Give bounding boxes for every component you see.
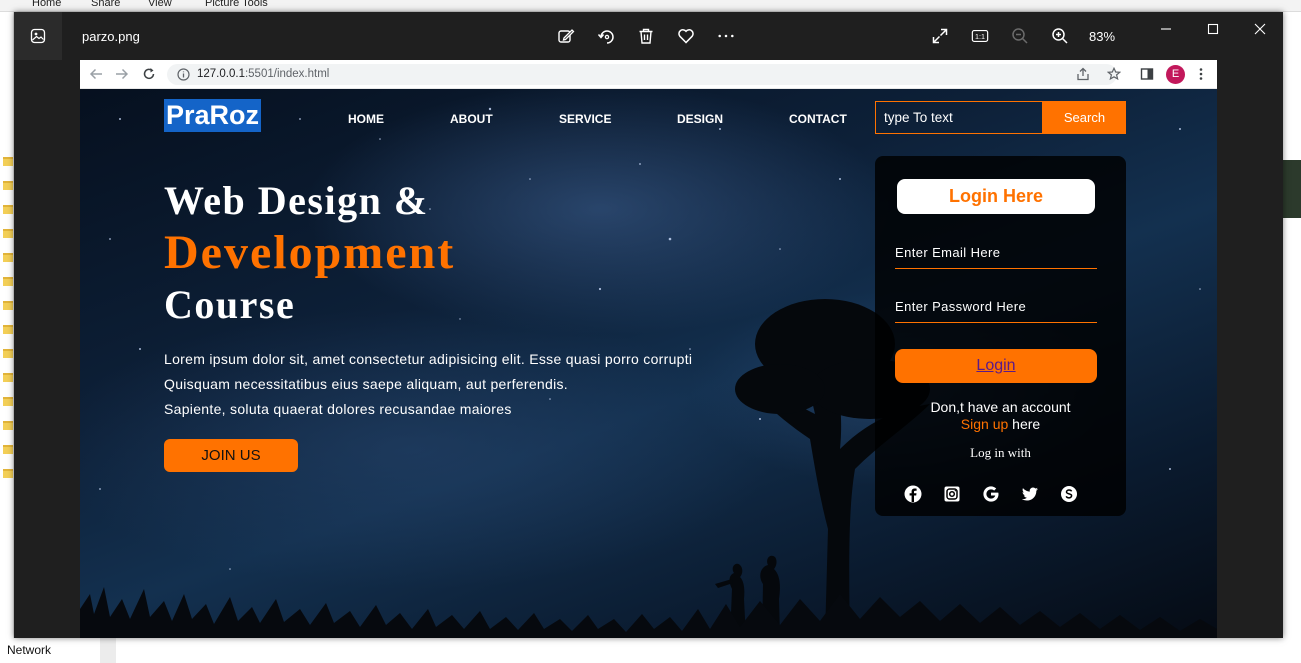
hero-title-line-2: Development: [164, 226, 456, 279]
delete-icon[interactable]: [637, 24, 655, 48]
signup-line: Sign up here: [875, 416, 1126, 432]
explorer-nav-pane[interactable]: [0, 12, 14, 663]
facebook-icon[interactable]: [904, 485, 922, 503]
explorer-right-pane: [1283, 12, 1301, 638]
browser-toolbar: 127.0.0.1:5501/index.html E: [80, 60, 1217, 89]
fullscreen-icon[interactable]: [931, 24, 949, 48]
log-in-with-label: Log in with: [970, 445, 1031, 460]
explorer-status-bar: Network: [0, 638, 1301, 663]
folder-icon[interactable]: [3, 445, 13, 454]
sign-up-link[interactable]: Sign up: [961, 416, 1008, 432]
folder-icon[interactable]: [3, 157, 13, 166]
svg-text:1:1: 1:1: [975, 32, 985, 41]
zoom-level[interactable]: 83%: [1089, 29, 1115, 44]
zoom-in-icon[interactable]: [1051, 24, 1069, 48]
hero-paragraph-line: Quisquam necessitatibus eius saepe aliqu…: [164, 376, 568, 392]
folder-icon[interactable]: [3, 181, 13, 190]
folder-icon[interactable]: [3, 421, 13, 430]
login-button-label: Login: [976, 357, 1016, 374]
nav-contact[interactable]: CONTACT: [789, 112, 847, 126]
side-panel-icon[interactable]: [1139, 66, 1155, 82]
folder-icon[interactable]: [3, 349, 13, 358]
password-field[interactable]: Enter Password Here: [895, 299, 1097, 323]
profile-avatar[interactable]: E: [1166, 65, 1185, 84]
search-input[interactable]: [875, 101, 1043, 134]
ribbon-tab-picture-tools[interactable]: Picture Tools: [205, 0, 268, 9]
url-path: :5501/index.html: [244, 68, 330, 80]
login-button[interactable]: Login: [895, 349, 1097, 383]
folder-icon[interactable]: [3, 277, 13, 286]
more-icon[interactable]: [717, 24, 735, 48]
email-field[interactable]: Enter Email Here: [895, 245, 1097, 269]
hero-paragraph-line: Lorem ipsum dolor sit, amet consectetur …: [164, 351, 693, 367]
zoom-out-icon[interactable]: [1011, 24, 1029, 48]
bookmark-star-icon[interactable]: [1106, 66, 1122, 82]
no-account-text: Don,t have an account: [930, 399, 1071, 415]
favorite-icon[interactable]: [677, 24, 695, 48]
reload-icon[interactable]: [141, 66, 157, 82]
search-button[interactable]: Search: [1043, 101, 1126, 134]
thumbnail-image[interactable]: [1283, 160, 1301, 218]
hero-paragraph: Lorem ipsum dolor sit, amet consectetur …: [164, 347, 692, 422]
hero-title-line-3: Course: [164, 282, 296, 327]
folder-icon[interactable]: [3, 229, 13, 238]
close-icon[interactable]: [1240, 18, 1280, 40]
folder-icon[interactable]: [3, 397, 13, 406]
google-icon[interactable]: [982, 485, 1000, 503]
login-form: Login Here Enter Email Here Enter Passwo…: [875, 156, 1126, 516]
ribbon-tab-view[interactable]: View: [148, 0, 172, 9]
login-title: Login Here: [897, 179, 1095, 214]
nav-design[interactable]: DESIGN: [677, 112, 723, 126]
photos-app-icon[interactable]: [14, 12, 62, 60]
nav-home[interactable]: HOME: [348, 112, 384, 126]
webpage: PraRoz HOME ABOUT SERVICE DESIGN CONTACT…: [80, 89, 1217, 638]
scrollbar[interactable]: [100, 638, 116, 663]
join-us-button[interactable]: JOIN US: [164, 439, 298, 472]
browser-screenshot: 127.0.0.1:5501/index.html E PraRoz HOME …: [80, 60, 1217, 638]
file-name: parzo.png: [82, 29, 140, 44]
nav-about[interactable]: ABOUT: [450, 112, 493, 126]
address-bar[interactable]: 127.0.0.1:5501/index.html: [167, 64, 1117, 85]
minimize-icon[interactable]: [1146, 18, 1186, 40]
signup-suffix: here: [1008, 416, 1041, 432]
browser-menu-icon[interactable]: [1193, 66, 1209, 82]
url-host: 127.0.0.1: [197, 68, 245, 80]
search-bar: Search: [875, 101, 1126, 134]
folder-icon[interactable]: [3, 301, 13, 310]
maximize-icon[interactable]: [1193, 18, 1233, 40]
site-logo[interactable]: PraRoz: [164, 99, 262, 132]
folder-icon[interactable]: [3, 469, 13, 478]
photos-viewer-window: parzo.png 1:1 83% 127.0.0.1:5501/index.h…: [14, 12, 1283, 638]
forward-arrow-icon[interactable]: [114, 66, 130, 82]
skype-icon[interactable]: [1060, 485, 1078, 503]
social-login-icons: [904, 485, 1078, 503]
nav-service[interactable]: SERVICE: [559, 112, 611, 126]
rotate-icon[interactable]: [597, 24, 615, 48]
folder-icon[interactable]: [3, 373, 13, 382]
ribbon-tabs: Home Share View Picture Tools: [0, 0, 1301, 12]
site-info-icon[interactable]: [177, 68, 190, 89]
network-label[interactable]: Network: [7, 643, 51, 657]
hero-paragraph-line: Sapiente, soluta quaerat dolores recusan…: [164, 401, 512, 417]
share-icon[interactable]: [1075, 66, 1091, 82]
instagram-icon[interactable]: [943, 485, 961, 503]
actual-size-icon[interactable]: 1:1: [971, 24, 989, 48]
ribbon-tab-home[interactable]: Home: [32, 0, 61, 9]
folder-icon[interactable]: [3, 325, 13, 334]
hero-title-line-1: Web Design &: [164, 178, 429, 223]
ribbon-tab-share[interactable]: Share: [91, 0, 120, 9]
edit-icon[interactable]: [557, 24, 575, 48]
twitter-icon[interactable]: [1021, 485, 1039, 503]
folder-icon[interactable]: [3, 205, 13, 214]
folder-icon[interactable]: [3, 253, 13, 262]
back-arrow-icon[interactable]: [88, 66, 104, 82]
